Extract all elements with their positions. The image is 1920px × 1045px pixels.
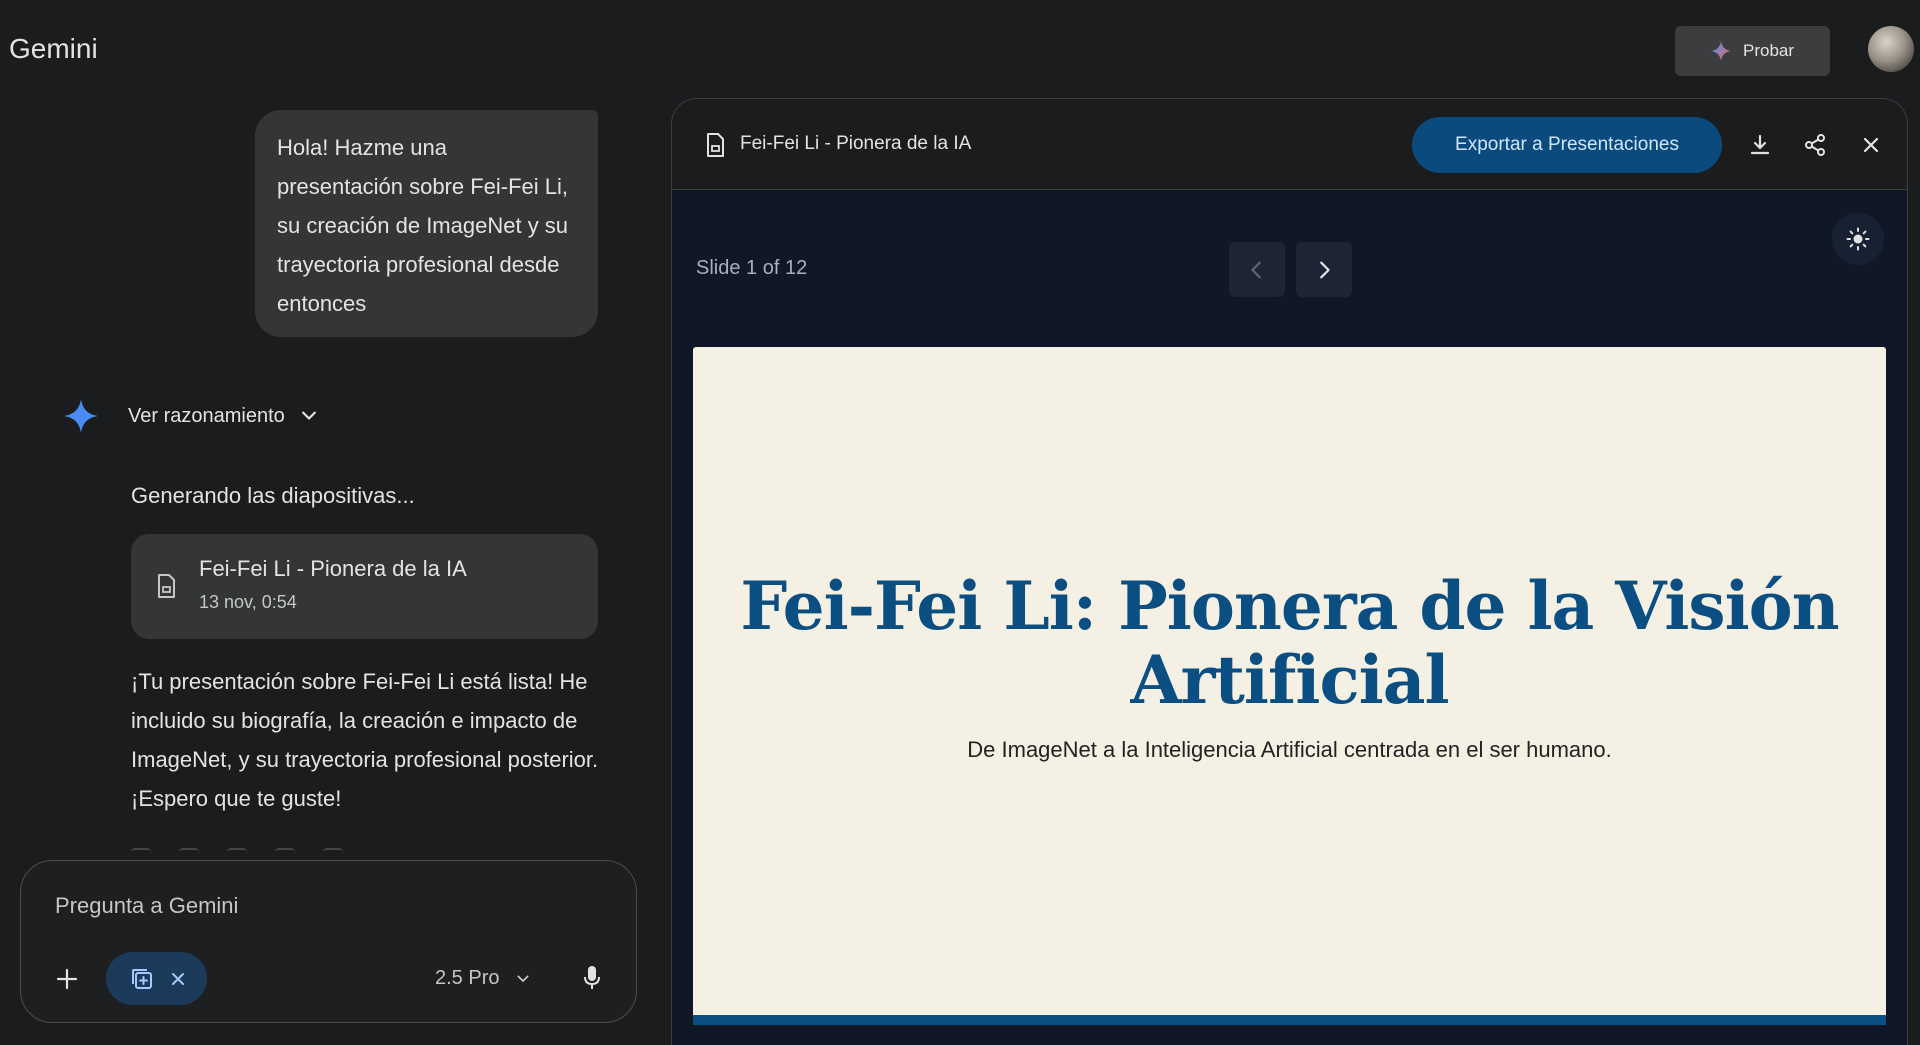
assistant-response: ¡Tu presentación sobre Fei-Fei Li está l… <box>131 669 599 811</box>
model-label: 2.5 Pro <box>435 967 500 989</box>
next-slide-button[interactable] <box>1296 242 1352 297</box>
close-icon[interactable] <box>171 972 185 986</box>
thumbs-down-icon[interactable] <box>179 848 199 858</box>
gemini-spark-icon <box>64 399 98 433</box>
document-card[interactable]: Fei-Fei Li - Pionera de la IA 13 nov, 0:… <box>131 534 598 639</box>
chevron-down-icon <box>517 974 530 982</box>
plus-icon[interactable] <box>55 967 79 991</box>
reasoning-toggle[interactable]: Ver razonamiento <box>64 398 319 434</box>
generating-status: Generando las diapositivas... <box>131 483 415 508</box>
previous-slide-button[interactable] <box>1229 242 1285 297</box>
document-icon <box>707 133 724 157</box>
document-card-date: 13 nov, 0:54 <box>199 592 297 612</box>
copy-icon[interactable] <box>275 848 295 858</box>
prompt-box: Pregunta a Gemini 2.5 Pro <box>20 860 637 1023</box>
chevron-left-icon <box>1251 261 1261 278</box>
canvas-tool-icon <box>131 968 152 989</box>
reasoning-label: Ver razonamiento <box>128 404 285 427</box>
chat-column: Hola! Hazme una presentación sobre Fei-F… <box>0 98 640 1045</box>
theme-toggle-button[interactable] <box>1832 213 1884 265</box>
download-icon[interactable] <box>1748 133 1772 157</box>
canvas-panel: Fei-Fei Li - Pionera de la IA Exportar a… <box>671 98 1908 1045</box>
slide-preview: Fei-Fei Li: Pionera de la Visión Artific… <box>693 347 1886 1025</box>
top-bar: Gemini Probar <box>0 0 1920 98</box>
try-button-label: Probar <box>1742 41 1795 60</box>
export-to-slides-button[interactable]: Exportar a Presentaciones <box>1412 117 1722 173</box>
gemini-spark-icon <box>1710 41 1731 61</box>
panel-header: Fei-Fei Li - Pionera de la IA Exportar a… <box>672 99 1907 190</box>
share-icon[interactable] <box>1803 133 1827 157</box>
model-selector[interactable]: 2.5 Pro <box>435 967 531 990</box>
slide-subtitle: De ImageNet a la Inteligencia Artificial… <box>967 737 1612 762</box>
response-actions <box>131 848 343 858</box>
prompt-input[interactable]: Pregunta a Gemini <box>55 893 238 919</box>
thumbs-up-icon[interactable] <box>131 848 151 858</box>
slide-accent-bar <box>693 1015 1886 1025</box>
chevron-right-icon <box>1320 261 1330 278</box>
share-icon[interactable] <box>227 848 247 858</box>
slide-counter: Slide 1 of 12 <box>696 257 808 279</box>
document-card-title: Fei-Fei Li - Pionera de la IA <box>199 556 467 581</box>
slide-title: Fei-Fei Li: Pionera de la Visión Artific… <box>740 567 1839 719</box>
microphone-icon[interactable] <box>583 965 601 991</box>
chevron-down-icon <box>301 411 316 420</box>
avatar[interactable] <box>1868 26 1914 72</box>
user-message: Hola! Hazme una presentación sobre Fei-F… <box>255 110 598 337</box>
try-button[interactable]: Probar <box>1675 26 1830 76</box>
canvas-tool-chip[interactable] <box>106 952 207 1005</box>
more-icon[interactable] <box>323 848 343 858</box>
close-icon[interactable] <box>1859 133 1883 157</box>
app-title: Gemini <box>9 33 98 64</box>
sun-icon <box>1846 227 1870 251</box>
document-icon <box>158 574 175 598</box>
panel-title: Fei-Fei Li - Pionera de la IA <box>740 133 972 154</box>
